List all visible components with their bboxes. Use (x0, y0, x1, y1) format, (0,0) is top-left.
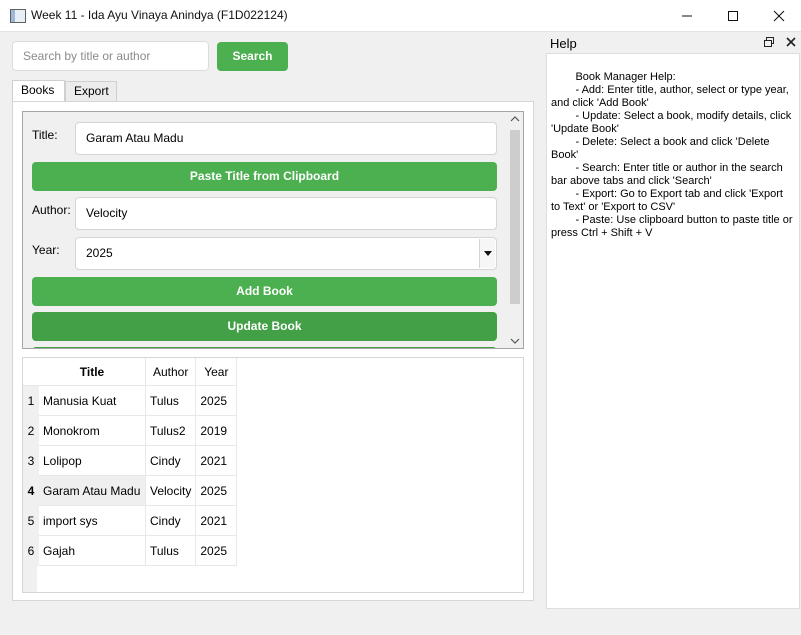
search-placeholder: Search by title or author (23, 49, 151, 63)
cell-author[interactable]: Tulus (145, 535, 197, 566)
column-header-year[interactable]: Year (195, 358, 238, 386)
add-book-button[interactable]: Add Book (32, 277, 497, 306)
window-title: Week 11 - Ida Ayu Vinaya Anindya (F1D022… (31, 8, 288, 22)
books-table-grid: Title Author Year 1 Manusia Kuat Tulus 2… (23, 358, 238, 566)
cell-author[interactable]: Tulus (145, 385, 197, 416)
help-dock-title: Help (550, 36, 577, 51)
close-dock-icon[interactable] (785, 36, 797, 48)
column-header-author[interactable]: Author (145, 358, 197, 386)
cell-author[interactable]: Cindy (145, 445, 197, 476)
cell-title[interactable]: import sys (39, 505, 146, 536)
year-combobox[interactable]: 2025 (75, 237, 497, 270)
table-row[interactable]: 6 Gajah Tulus 2025 (23, 535, 238, 566)
cell-author[interactable]: Cindy (145, 505, 197, 536)
table-header-row: Title Author Year (23, 358, 238, 386)
year-label: Year: (32, 243, 60, 257)
close-icon (773, 10, 785, 21)
cell-year[interactable]: 2021 (195, 445, 238, 476)
cell-year[interactable]: 2021 (195, 505, 238, 536)
cell-author[interactable]: Velocity (145, 475, 197, 506)
paste-title-button[interactable]: Paste Title from Clipboard (32, 162, 497, 191)
scrollbar-thumb[interactable] (510, 130, 520, 304)
table-row[interactable]: 1 Manusia Kuat Tulus 2025 (23, 385, 238, 416)
help-text-area[interactable]: Book Manager Help: - Add: Enter title, a… (546, 53, 800, 609)
main-area: Search by title or author Search Books E… (0, 32, 545, 635)
books-tab-panel: Title: Garam Atau Madu Paste Title from … (12, 101, 534, 601)
row-number[interactable]: 3 (23, 445, 39, 476)
row-number[interactable]: 1 (23, 385, 39, 416)
form-vertical-scrollbar[interactable] (507, 112, 523, 348)
scroll-up-icon[interactable] (510, 115, 520, 123)
minimize-button[interactable] (664, 0, 710, 31)
cell-year[interactable]: 2025 (195, 535, 238, 566)
books-table[interactable]: Title Author Year 1 Manusia Kuat Tulus 2… (22, 357, 524, 593)
row-number[interactable]: 4 (23, 475, 39, 506)
corner-header (23, 358, 39, 386)
help-dock: Help Book Manager Help: - Add: Enter tit… (545, 32, 801, 635)
row-number[interactable]: 5 (23, 505, 39, 536)
cell-title[interactable]: Lolipop (39, 445, 146, 476)
column-header-title[interactable]: Title (39, 358, 146, 386)
row-number[interactable]: 6 (23, 535, 39, 566)
year-dropdown-arrow[interactable] (479, 239, 495, 268)
title-bar: Week 11 - Ida Ayu Vinaya Anindya (F1D022… (0, 0, 801, 32)
cell-title[interactable]: Manusia Kuat (39, 385, 146, 416)
title-field[interactable]: Garam Atau Madu (75, 122, 497, 155)
search-button[interactable]: Search (217, 42, 288, 71)
table-row[interactable]: 2 Monokrom Tulus2 2019 (23, 415, 238, 446)
chevron-down-icon (483, 251, 492, 256)
next-button-partial[interactable] (32, 347, 497, 348)
update-book-button[interactable]: Update Book (32, 312, 497, 341)
maximize-icon (728, 10, 738, 21)
table-row-selected[interactable]: 4 Garam Atau Madu Velocity 2025 (23, 475, 238, 506)
help-text: Book Manager Help: - Add: Enter title, a… (551, 71, 793, 239)
author-field[interactable]: Velocity (75, 197, 497, 230)
cell-year[interactable]: 2025 (195, 385, 238, 416)
search-input[interactable]: Search by title or author (12, 41, 209, 71)
row-number[interactable]: 2 (23, 415, 39, 446)
cell-year[interactable]: 2019 (195, 415, 238, 446)
scroll-down-icon[interactable] (510, 337, 520, 345)
cell-title[interactable]: Gajah (39, 535, 146, 566)
tab-books[interactable]: Books (12, 80, 65, 101)
tab-export[interactable]: Export (65, 81, 117, 101)
author-label: Author: (32, 203, 71, 217)
cell-title[interactable]: Monokrom (39, 415, 146, 446)
title-label: Title: (32, 128, 58, 142)
close-button[interactable] (756, 0, 801, 31)
year-value: 2025 (86, 246, 113, 260)
maximize-button[interactable] (710, 0, 756, 31)
table-row[interactable]: 3 Lolipop Cindy 2021 (23, 445, 238, 476)
app-window-icon (10, 9, 26, 23)
minimize-icon (682, 15, 692, 16)
table-row[interactable]: 5 import sys Cindy 2021 (23, 505, 238, 536)
book-form-scroll-area: Title: Garam Atau Madu Paste Title from … (22, 111, 524, 349)
cell-year[interactable]: 2025 (195, 475, 238, 506)
float-dock-icon[interactable] (763, 36, 775, 48)
cell-author[interactable]: Tulus2 (145, 415, 197, 446)
cell-title[interactable]: Garam Atau Madu (39, 475, 146, 506)
